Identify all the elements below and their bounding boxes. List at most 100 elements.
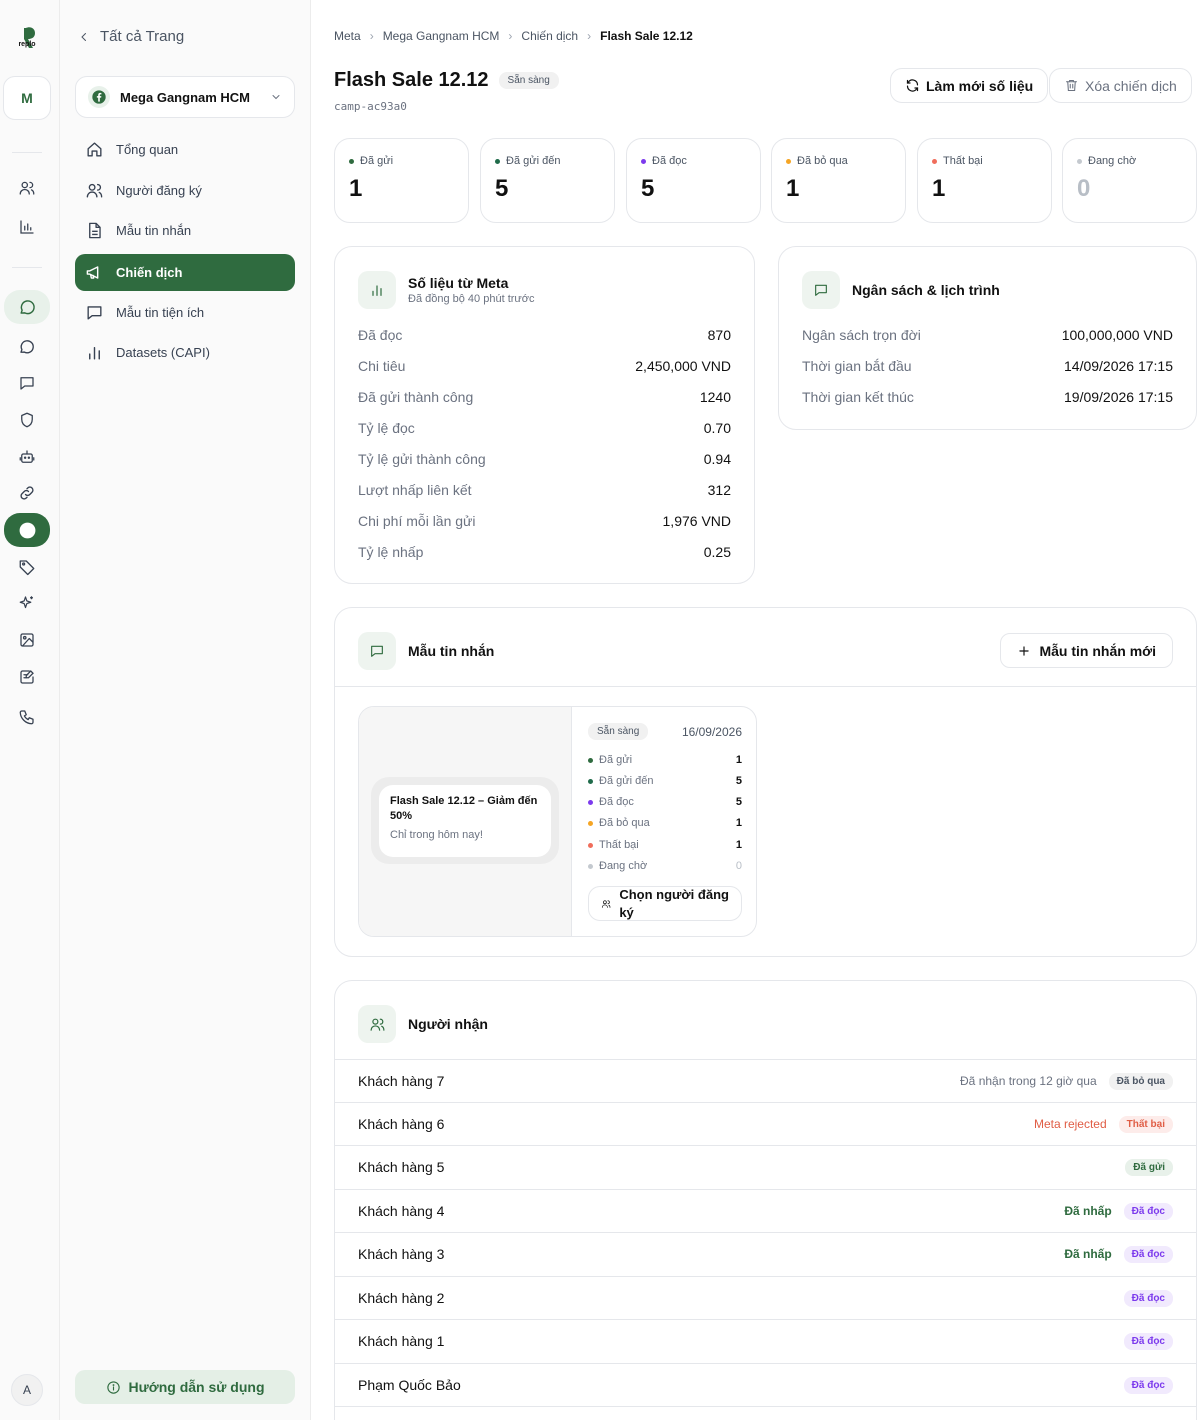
budget-label: Thời gian bắt đầu — [802, 357, 912, 374]
phone-icon[interactable] — [4, 700, 50, 734]
recipient-row[interactable]: Khách hàng 4 Đã nhấp Đã đọc — [335, 1189, 1196, 1232]
refresh-metrics-button[interactable]: Làm mới số liệu — [890, 68, 1049, 103]
chevron-left-icon — [78, 31, 90, 43]
budget-value: 14/09/2026 17:15 — [1064, 357, 1173, 374]
user-avatar[interactable]: A — [11, 1374, 43, 1406]
stat-label: Đã bỏ qua — [797, 155, 848, 167]
users-icon[interactable] — [4, 171, 50, 205]
recipient-name: Phạm Quốc Bảo — [358, 1377, 461, 1393]
chat-outline-icon[interactable] — [4, 330, 50, 364]
metric-value: 870 — [707, 326, 731, 343]
new-template-button[interactable]: Mẫu tin nhắn mới — [1000, 633, 1173, 668]
sidebar-item-label: Mẫu tin nhắn — [116, 223, 192, 238]
image-icon[interactable] — [4, 623, 50, 657]
breadcrumb-current: Flash Sale 12.12 — [600, 29, 693, 43]
sidebar-item-campaigns[interactable]: Chiến dịch — [75, 254, 295, 291]
recipient-row[interactable]: Phạm Quốc Bảo Đã đọc — [335, 1363, 1196, 1406]
template-info: Sẵn sàng 16/09/2026 Đã gửi 1 Đã gửi đến 5 … — [588, 707, 742, 936]
shield-icon[interactable] — [4, 403, 50, 437]
template-stat-row: Đã gửi 1 — [588, 750, 742, 770]
chevron-down-icon — [270, 91, 282, 103]
link-icon[interactable] — [4, 476, 50, 510]
metric-row: Đã đọc 870 — [358, 319, 731, 350]
campaign-code: camp-ac93a0 — [334, 100, 407, 113]
metric-value: 2,450,000 VND — [635, 357, 731, 374]
chevron-right-icon: › — [587, 29, 592, 43]
tag-icon[interactable] — [4, 550, 50, 584]
recipient-row[interactable]: Khách hàng 2 Đã đọc — [335, 1276, 1196, 1319]
brand-logo-text: replo — [18, 41, 36, 48]
back-to-all-pages-link[interactable]: Tất cả Trang — [78, 28, 184, 45]
user-guide-button[interactable]: Hướng dẫn sử dụng — [75, 1370, 295, 1404]
sidebar-item-message-templates[interactable]: Mẫu tin nhắn — [75, 212, 295, 249]
template-stat-value: 1 — [735, 754, 742, 766]
template-stat-value: 1 — [735, 839, 742, 851]
guide-label: Hướng dẫn sử dụng — [128, 1379, 265, 1395]
breadcrumb-item[interactable]: Chiến dịch — [521, 29, 578, 43]
app-rail: replo M A — [0, 0, 60, 1420]
template-stat-label: Đã gửi — [599, 754, 633, 766]
stat-value: 0 — [1077, 175, 1091, 202]
sidebar-item-overview[interactable]: Tổng quan — [75, 131, 295, 168]
status-badge: Đã đọc — [1123, 1202, 1173, 1220]
template-preview: Flash Sale 12.12 – Giảm đến 50% Chỉ tron… — [359, 707, 572, 936]
plus-icon — [1017, 644, 1031, 658]
back-label: Tất cả Trang — [100, 28, 185, 45]
recipient-row[interactable]: Khách hàng 7 Đã nhận trong 12 giờ qua Đã … — [335, 1059, 1196, 1102]
users-icon — [601, 898, 611, 910]
facebook-icon[interactable] — [4, 513, 50, 547]
metric-row: Tỷ lệ gửi thành công 0.94 — [358, 443, 731, 474]
recipient-row[interactable]: Khách hàng 1 Đã đọc — [335, 1319, 1196, 1362]
chart-icon[interactable] — [4, 210, 50, 244]
status-badge: Đã bỏ qua — [1108, 1072, 1173, 1090]
sidebar-item-utility-templates[interactable]: Mẫu tin tiện ích — [75, 294, 295, 331]
template-stat-value: 1 — [735, 817, 742, 829]
metric-value: 1,976 VND — [662, 512, 731, 529]
trash-icon — [1064, 78, 1079, 93]
stat-card-pending: Đang chờ 0 — [1062, 138, 1197, 223]
bot-icon[interactable] — [4, 440, 50, 474]
status-dot — [588, 757, 593, 763]
recipient-row[interactable]: Khách hàng 5 Đã gửi — [335, 1145, 1196, 1188]
stat-label: Đã gửi đến — [506, 155, 561, 167]
status-badge: Sẵn sàng — [498, 72, 559, 89]
metric-value: 1240 — [699, 388, 731, 405]
template-stat-value: 0 — [735, 860, 742, 872]
budget-row: Thời gian kết thúc 19/09/2026 17:15 — [802, 381, 1173, 412]
budget-value: 19/09/2026 17:15 — [1064, 388, 1173, 405]
delete-campaign-button[interactable]: Xóa chiến dịch — [1049, 68, 1192, 103]
metric-row: Chi tiêu 2,450,000 VND — [358, 350, 731, 381]
sidebar-item-datasets[interactable]: Datasets (CAPI) — [75, 334, 295, 371]
message-square-icon[interactable] — [4, 366, 50, 400]
bar-chart-icon — [358, 271, 396, 309]
budget-label: Thời gian kết thúc — [802, 388, 914, 405]
sidebar-item-subscribers[interactable]: Người đăng ký — [75, 172, 295, 209]
breadcrumb-item[interactable]: Meta — [334, 29, 361, 43]
facebook-icon — [88, 86, 110, 108]
sparkles-icon[interactable] — [4, 586, 50, 620]
select-subscribers-button[interactable]: Chọn người đăng ký — [588, 886, 742, 921]
breadcrumb-item[interactable]: Mega Gangnam HCM — [383, 29, 500, 43]
template-stat-row: Thất bại 1 — [588, 835, 742, 855]
recipients-card: Người nhận Khách hàng 7 Đã nhận trong 12… — [334, 980, 1197, 1420]
status-dot — [588, 778, 593, 784]
status-badge: Đã đọc — [1123, 1332, 1173, 1350]
recipient-row[interactable]: Khách hàng 3 Đã nhấp Đã đọc — [335, 1232, 1196, 1275]
workspace-switcher[interactable]: M — [3, 76, 51, 120]
template-stat-label: Đang chờ — [599, 860, 648, 872]
status-dot — [588, 799, 593, 805]
message-square-icon — [802, 271, 840, 309]
form-icon[interactable] — [4, 660, 50, 694]
chat-icon[interactable] — [4, 290, 50, 324]
recipient-name: Khách hàng 3 — [358, 1246, 445, 1262]
chevron-right-icon: › — [369, 29, 374, 43]
template-stat-row: Đang chờ 0 — [588, 856, 742, 876]
template-card[interactable]: Flash Sale 12.12 – Giảm đến 50% Chỉ tron… — [358, 706, 757, 937]
template-date: 16/09/2026 — [681, 724, 742, 739]
recipient-row[interactable]: Khách hàng 6 Meta rejected Thất bại — [335, 1102, 1196, 1145]
page-selector[interactable]: Mega Gangnam HCM — [75, 76, 295, 118]
budget-row: Thời gian bắt đầu 14/09/2026 17:15 — [802, 350, 1173, 381]
status-dot — [588, 820, 593, 826]
page-name: Mega Gangnam HCM — [120, 89, 251, 105]
sidebar-item-label: Datasets (CAPI) — [116, 345, 210, 360]
